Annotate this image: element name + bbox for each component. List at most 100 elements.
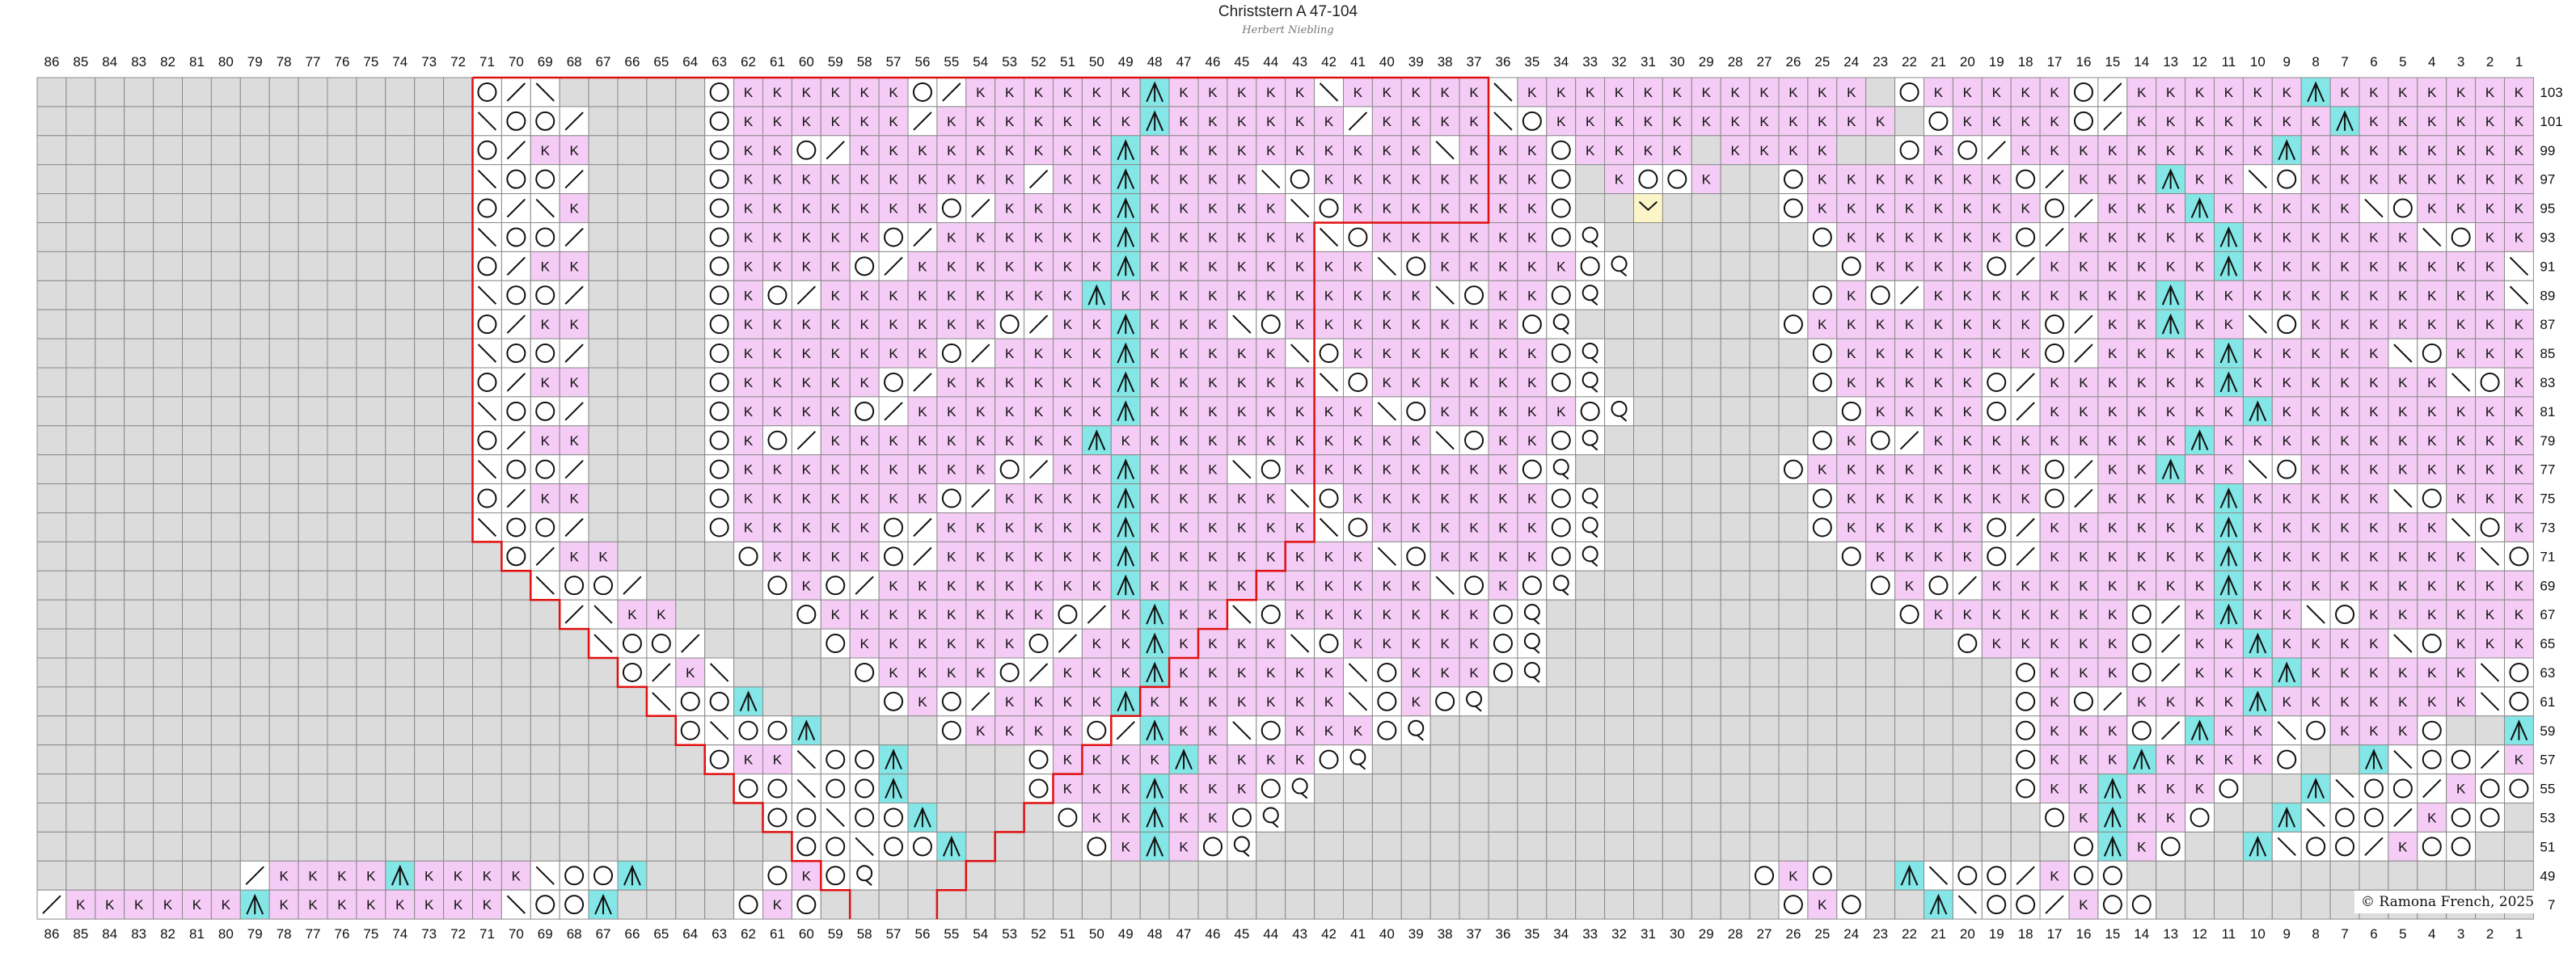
knit-cell: K — [1517, 280, 1548, 310]
knit-cell: K — [1517, 251, 1548, 281]
knit-cell: K — [995, 570, 1025, 601]
background-cell — [675, 744, 706, 775]
knit-cell: K — [1053, 774, 1083, 803]
stitch-cell — [762, 280, 792, 310]
column-number-bottom: 78 — [277, 926, 292, 942]
knit-symbol: K — [2427, 375, 2437, 390]
background-cell — [559, 831, 589, 862]
knit-symbol: K — [2515, 230, 2524, 245]
background-cell — [1720, 483, 1750, 513]
knit-symbol: K — [2427, 665, 2437, 681]
knit-cell: K — [2185, 338, 2215, 369]
background-cell — [1285, 803, 1315, 833]
knit-cell: K — [995, 77, 1025, 108]
background-cell — [1343, 889, 1373, 920]
knit-cell: K — [1924, 280, 1953, 310]
background-cell — [1371, 744, 1402, 775]
background-cell — [182, 860, 212, 891]
background-cell — [878, 889, 909, 920]
knit-symbol: K — [2398, 317, 2408, 332]
knit-symbol: K — [2456, 665, 2466, 681]
knit-symbol: K — [1324, 288, 1334, 303]
stitch-cell — [500, 541, 531, 571]
background-cell — [65, 135, 96, 166]
knit-symbol: K — [1295, 723, 1305, 739]
background-cell — [675, 193, 706, 224]
knit-cell: K — [1110, 425, 1141, 456]
column-number-bottom: 58 — [857, 926, 872, 942]
stitch-cell — [500, 222, 531, 252]
background-cell — [210, 367, 241, 398]
knit-symbol: K — [1469, 375, 1479, 390]
knit-cell: K — [2359, 599, 2389, 630]
knit-cell: K — [820, 309, 851, 339]
knit-symbol: K — [2283, 636, 2292, 651]
background-cell — [182, 280, 212, 310]
knit-symbol: K — [1412, 346, 1421, 361]
knit-cell: K — [1429, 512, 1460, 542]
knit-cell: K — [1807, 106, 1838, 137]
background-cell — [1836, 860, 1867, 891]
knit-symbol: K — [889, 346, 898, 361]
background-cell — [239, 280, 270, 310]
knit-cell: K — [849, 628, 880, 659]
knit-symbol: K — [2108, 201, 2118, 217]
knit-cell: K — [1314, 715, 1344, 746]
background-cell — [1227, 860, 1257, 891]
knit-symbol: K — [1092, 782, 1102, 797]
knit-symbol: K — [1963, 520, 1973, 535]
stitch-cell — [1865, 280, 1896, 310]
knit-symbol: K — [859, 433, 869, 449]
double-decrease-cell — [2242, 831, 2273, 862]
knit-symbol: K — [483, 897, 492, 913]
background-cell — [617, 686, 648, 717]
stitch-cell — [500, 251, 531, 281]
knit-symbol: K — [1208, 665, 1218, 681]
stitch-cell — [2010, 686, 2041, 717]
knit-cell: K — [2475, 106, 2506, 137]
stitch-cell — [878, 512, 909, 542]
background-cell — [327, 396, 357, 427]
knit-symbol: K — [2398, 462, 2408, 478]
background-cell — [124, 425, 154, 456]
background-cell — [1691, 803, 1721, 833]
knit-cell: K — [1024, 222, 1054, 252]
knit-cell: K — [1488, 396, 1518, 427]
knit-cell: K — [2446, 686, 2477, 717]
background-cell — [65, 338, 96, 369]
background-cell — [443, 106, 473, 137]
knit-cell: K — [1981, 280, 2012, 310]
background-cell — [65, 396, 96, 427]
knit-cell: K — [2446, 309, 2477, 339]
knit-symbol: K — [2283, 288, 2292, 303]
stitch-cell — [1807, 483, 1838, 513]
knit-cell: K — [1343, 135, 1373, 166]
background-cell — [65, 425, 96, 456]
background-cell — [500, 774, 531, 803]
knit-symbol: K — [889, 317, 898, 332]
background-cell — [1894, 106, 1925, 137]
background-cell — [1778, 425, 1809, 456]
knit-symbol: K — [802, 259, 812, 274]
knit-symbol: K — [1644, 143, 1653, 158]
stitch-cell — [733, 889, 763, 920]
knit-symbol: K — [918, 346, 927, 361]
knit-symbol: K — [1788, 114, 1798, 129]
background-cell — [1894, 774, 1925, 803]
background-cell — [1633, 860, 1663, 891]
knit-symbol: K — [1295, 143, 1305, 158]
background-cell — [2242, 860, 2273, 891]
knit-symbol: K — [1383, 85, 1392, 100]
knit-cell: K — [1604, 77, 1634, 108]
stitch-cell — [936, 686, 967, 717]
knit-cell: K — [733, 222, 763, 252]
row-number: 67 — [2540, 607, 2555, 622]
background-cell — [1343, 803, 1373, 833]
background-cell — [1285, 831, 1315, 862]
knit-symbol: K — [2137, 143, 2147, 158]
knit-symbol: K — [1237, 520, 1247, 535]
background-cell — [1924, 803, 1953, 833]
knit-cell: K — [2388, 657, 2418, 688]
stitch-cell — [472, 106, 502, 137]
background-cell — [530, 686, 560, 717]
